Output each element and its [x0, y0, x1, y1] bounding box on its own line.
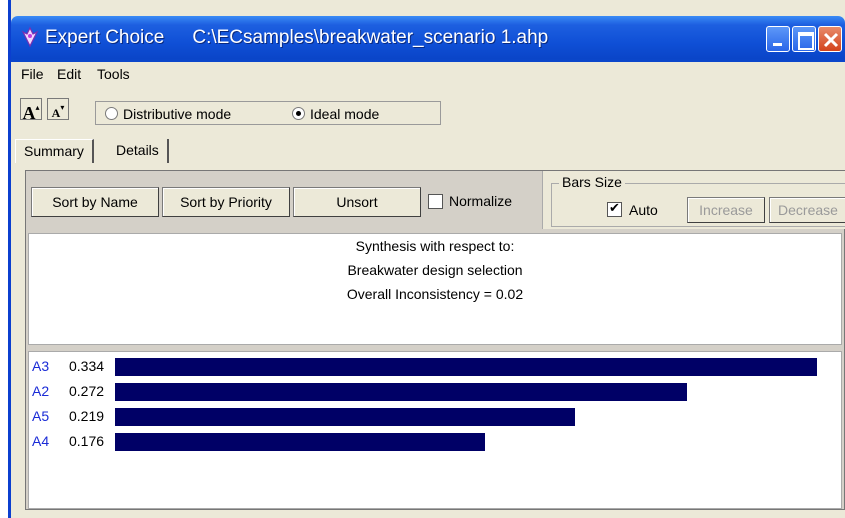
increase-button[interactable]: Increase — [687, 197, 765, 223]
alternative-priority-value: 0.219 — [69, 408, 105, 424]
decrease-button[interactable]: Decrease — [769, 197, 845, 223]
increase-font-icon: A — [22, 103, 36, 123]
menu-file[interactable]: File — [21, 66, 44, 82]
minimize-button[interactable] — [766, 26, 790, 52]
priority-bar — [115, 433, 485, 451]
window-title: Expert Choice C:\ECsamples\breakwater_sce… — [45, 27, 548, 49]
decrease-font-button[interactable]: A▾ — [47, 98, 69, 120]
alternative-row[interactable]: A3 0.334 — [29, 356, 841, 376]
synthesis-title: Synthesis with respect to: — [355, 238, 515, 254]
goal-name: Breakwater design selection — [347, 262, 523, 278]
priority-bars-area: A3 0.334 A2 0.272 A5 0.219 A4 0.176 — [28, 351, 842, 509]
alternative-row[interactable]: A4 0.176 — [29, 431, 841, 451]
toolbar: A▴ A▾ Distributive mode Ideal mode — [11, 90, 845, 130]
bars-size-legend: Bars Size — [559, 174, 625, 190]
app-name: Expert Choice — [45, 27, 165, 48]
close-icon — [823, 32, 839, 48]
normalize-checkbox[interactable] — [428, 194, 443, 209]
increase-font-button[interactable]: A▴ — [20, 98, 42, 123]
mode-selector: Distributive mode Ideal mode — [95, 101, 441, 125]
app-window: Expert Choice C:\ECsamples\breakwater_sce… — [8, 0, 845, 518]
distributive-mode-radio[interactable] — [105, 107, 118, 120]
normalize-label[interactable]: Normalize — [449, 193, 512, 209]
menu-tools[interactable]: Tools — [97, 66, 130, 82]
alternative-row[interactable]: A2 0.272 — [29, 381, 841, 401]
inconsistency-line: Overall Inconsistency = 0.02 — [29, 286, 841, 302]
title-bar[interactable]: Expert Choice C:\ECsamples\breakwater_sce… — [11, 16, 845, 66]
maximize-button[interactable] — [792, 26, 816, 52]
close-button[interactable] — [818, 26, 842, 52]
auto-label[interactable]: Auto — [629, 202, 658, 218]
synthesis-header: Synthesis with respect to: Breakwater de… — [28, 233, 842, 345]
tab-details[interactable]: Details — [108, 139, 169, 163]
alternative-name: A2 — [32, 383, 50, 399]
alternative-priority-value: 0.176 — [69, 433, 105, 449]
alternative-row[interactable]: A5 0.219 — [29, 406, 841, 426]
alternative-priority-value: 0.272 — [69, 383, 105, 399]
inconsistency-value: 0.02 — [495, 286, 524, 302]
tab-summary[interactable]: Summary — [15, 139, 94, 163]
ideal-mode-label[interactable]: Ideal mode — [310, 106, 379, 122]
summary-panel: Sort by Name Sort by Priority Unsort Nor… — [25, 170, 845, 510]
sort-by-priority-button[interactable]: Sort by Priority — [162, 187, 290, 217]
priority-bar — [115, 408, 575, 426]
menu-edit[interactable]: Edit — [57, 66, 81, 82]
file-path: C:\ECsamples\breakwater_scenario 1.ahp — [192, 27, 549, 48]
auto-checkbox[interactable] — [607, 200, 622, 217]
alternative-name: A4 — [32, 433, 50, 449]
ideal-mode-radio[interactable] — [292, 107, 305, 120]
view-tabs: Summary Details — [11, 133, 845, 165]
unsort-button[interactable]: Unsort — [293, 187, 421, 217]
bars-size-group: Bars Size Auto Increase Decrease — [542, 171, 845, 229]
inconsistency-label: Overall Inconsistency = — [346, 286, 492, 302]
priority-bar — [115, 383, 687, 401]
distributive-mode-label[interactable]: Distributive mode — [123, 106, 231, 122]
expert-choice-logo-icon — [21, 26, 39, 48]
priority-bar — [115, 358, 817, 376]
sort-by-name-button[interactable]: Sort by Name — [31, 187, 159, 217]
alternative-name: A5 — [32, 408, 50, 424]
alternative-name: A3 — [32, 358, 50, 374]
menu-bar: File Edit Tools — [11, 62, 845, 86]
alternative-priority-value: 0.334 — [69, 358, 105, 374]
